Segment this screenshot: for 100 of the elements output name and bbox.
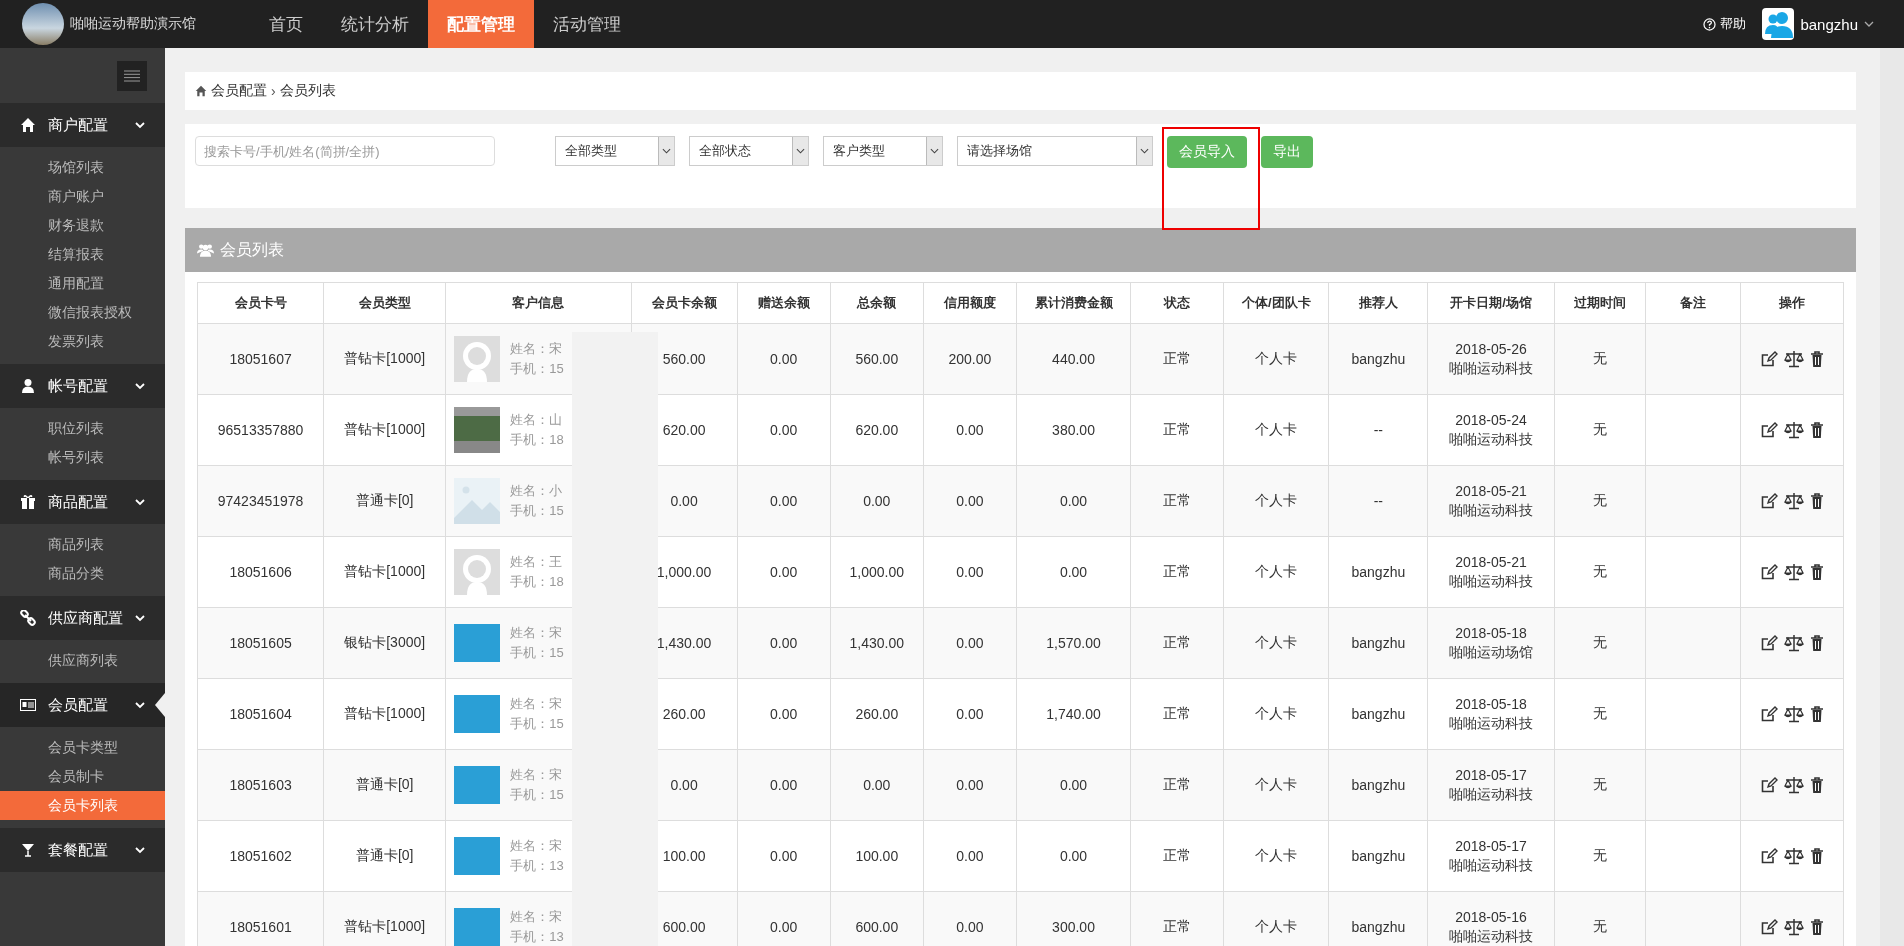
table-cell: 18051606 (197, 536, 324, 608)
table-cell: 0.00 (923, 607, 1017, 679)
sidebar-item[interactable]: 财务退款 (0, 211, 165, 240)
customer-name: 姓名：宋 (510, 695, 563, 713)
sidebar-item[interactable]: 会员制卡 (0, 762, 165, 791)
table-cell: 无 (1554, 891, 1646, 946)
table-cell: 18051604 (197, 678, 324, 750)
menu-icon (124, 69, 140, 82)
balance-scale-icon (1783, 705, 1804, 723)
table-cell: bangzhu (1328, 678, 1428, 750)
table-cell: bangzhu (1328, 323, 1428, 395)
dropdown-select[interactable]: 全部状态 (689, 136, 809, 166)
user-menu[interactable]: bangzhu (1762, 8, 1874, 40)
venue-name: 啪啪运动场馆 (1448, 643, 1534, 662)
table-cell: 0.00 (737, 536, 831, 608)
table-cell: 0.00 (737, 749, 831, 821)
table-cell: 440.00 (1016, 323, 1131, 395)
nav-tab[interactable]: 首页 (250, 0, 322, 48)
sidebar-group[interactable]: 供应商配置 (0, 596, 165, 640)
table-cell: 0.00 (1016, 536, 1131, 608)
table-cell: 380.00 (1016, 394, 1131, 466)
caret-down-icon (796, 148, 805, 154)
sidebar-item[interactable]: 发票列表 (0, 327, 165, 356)
table-cell: 普通卡[0] (323, 465, 446, 537)
table-cell: 600.00 (830, 891, 924, 946)
photo-placeholder (454, 407, 501, 453)
trash-icon (1809, 492, 1824, 510)
dropdown-select[interactable]: 请选择场馆 (957, 136, 1153, 166)
table-cell: 200.00 (923, 323, 1017, 395)
edit-icon (1759, 918, 1778, 936)
table-cell: 无 (1554, 749, 1646, 821)
sidebar-item[interactable]: 场馆列表 (0, 153, 165, 182)
help-link[interactable]: 帮助 (1703, 15, 1747, 33)
column-header: 推荐人 (1328, 282, 1428, 324)
sidebar-item[interactable]: 通用配置 (0, 269, 165, 298)
table-cell: 100.00 (830, 820, 924, 892)
table-cell: 个人卡 (1223, 891, 1329, 946)
sidebar-item[interactable]: 结算报表 (0, 240, 165, 269)
table-cell: 0.00 (923, 536, 1017, 608)
breadcrumb-link[interactable]: 会员配置 (211, 82, 267, 100)
table-cell: 1,430.00 (830, 607, 924, 679)
table-cell: 96513357880 (197, 394, 324, 466)
table-cell: bangzhu (1328, 536, 1428, 608)
breadcrumb-link[interactable]: 会员列表 (279, 82, 336, 100)
sidebar-item[interactable]: 微信报表授权 (0, 298, 165, 327)
open-date: 2018-05-18 (1454, 624, 1528, 643)
sidebar-toggle-button[interactable] (117, 60, 147, 91)
sidebar-group[interactable]: 会员配置 (0, 683, 165, 727)
table-cell: 0.00 (1016, 465, 1131, 537)
trash-icon (1809, 350, 1824, 368)
customer-phone: 手机：13 (510, 928, 564, 946)
column-header: 客户信息 (445, 282, 631, 324)
sidebar-group[interactable]: 商品配置 (0, 480, 165, 524)
sidebar-group[interactable]: 套餐配置 (0, 828, 165, 872)
sidebar-item[interactable]: 供应商列表 (0, 646, 165, 675)
table-cell: 个人卡 (1223, 607, 1329, 679)
sidebar-item[interactable]: 会员卡类型 (0, 733, 165, 762)
table-cell: 正常 (1130, 607, 1224, 679)
table-cell: 正常 (1130, 749, 1224, 821)
nav-tab[interactable]: 活动管理 (534, 0, 640, 48)
logo-photo-placeholder (22, 3, 64, 45)
open-date: 2018-05-21 (1454, 553, 1528, 572)
table-cell: 正常 (1130, 678, 1224, 750)
edit-icon (1759, 847, 1778, 865)
table-cell: 260.00 (830, 678, 924, 750)
sidebar-group[interactable]: 商户配置 (0, 103, 165, 147)
table-cell: 个人卡 (1223, 323, 1329, 395)
balance-scale-icon (1783, 350, 1804, 368)
sidebar-group[interactable]: 帐号配置 (0, 364, 165, 408)
scrollbar-track[interactable] (1880, 48, 1904, 946)
table-cell: 18051601 (197, 891, 324, 946)
table-cell: 0.00 (737, 465, 831, 537)
balance-scale-icon (1783, 776, 1804, 794)
balance-scale-icon (1783, 492, 1804, 510)
table-cell: 普钻卡[1000] (323, 536, 446, 608)
photo-placeholder (454, 908, 501, 946)
balance-scale-icon (1783, 634, 1804, 652)
customer-phone: 手机：18 (510, 431, 564, 449)
table-cell: bangzhu (1328, 749, 1428, 821)
nav-tab[interactable]: 统计分析 (322, 0, 428, 48)
caret-down-icon (1140, 148, 1149, 154)
photo-placeholder (454, 695, 501, 733)
table-cell: 普钻卡[1000] (323, 394, 446, 466)
sidebar-item[interactable]: 商品列表 (0, 530, 165, 559)
sidebar-item[interactable]: 职位列表 (0, 414, 165, 443)
sidebar-item[interactable]: 帐号列表 (0, 443, 165, 472)
dropdown-select[interactable]: 客户类型 (823, 136, 943, 166)
glass-icon (20, 842, 36, 858)
sidebar-item[interactable]: 商户账户 (0, 182, 165, 211)
sidebar-item[interactable]: 商品分类 (0, 559, 165, 588)
dropdown-select[interactable]: 全部类型 (555, 136, 675, 166)
table-cell: 0.00 (737, 607, 831, 679)
search-field[interactable]: 搜索卡号/手机/姓名(简拼/全拼) (195, 136, 495, 166)
venue-name: 啪啪运动科技 (1448, 714, 1534, 733)
trash-icon (1809, 918, 1824, 936)
edit-icon (1759, 492, 1778, 510)
table-cell: 无 (1554, 678, 1646, 750)
column-header: 开卡日期/场馆 (1427, 282, 1555, 324)
customer-name: 姓名：山 (510, 411, 563, 429)
panel-title: 会员列表 (220, 239, 284, 260)
